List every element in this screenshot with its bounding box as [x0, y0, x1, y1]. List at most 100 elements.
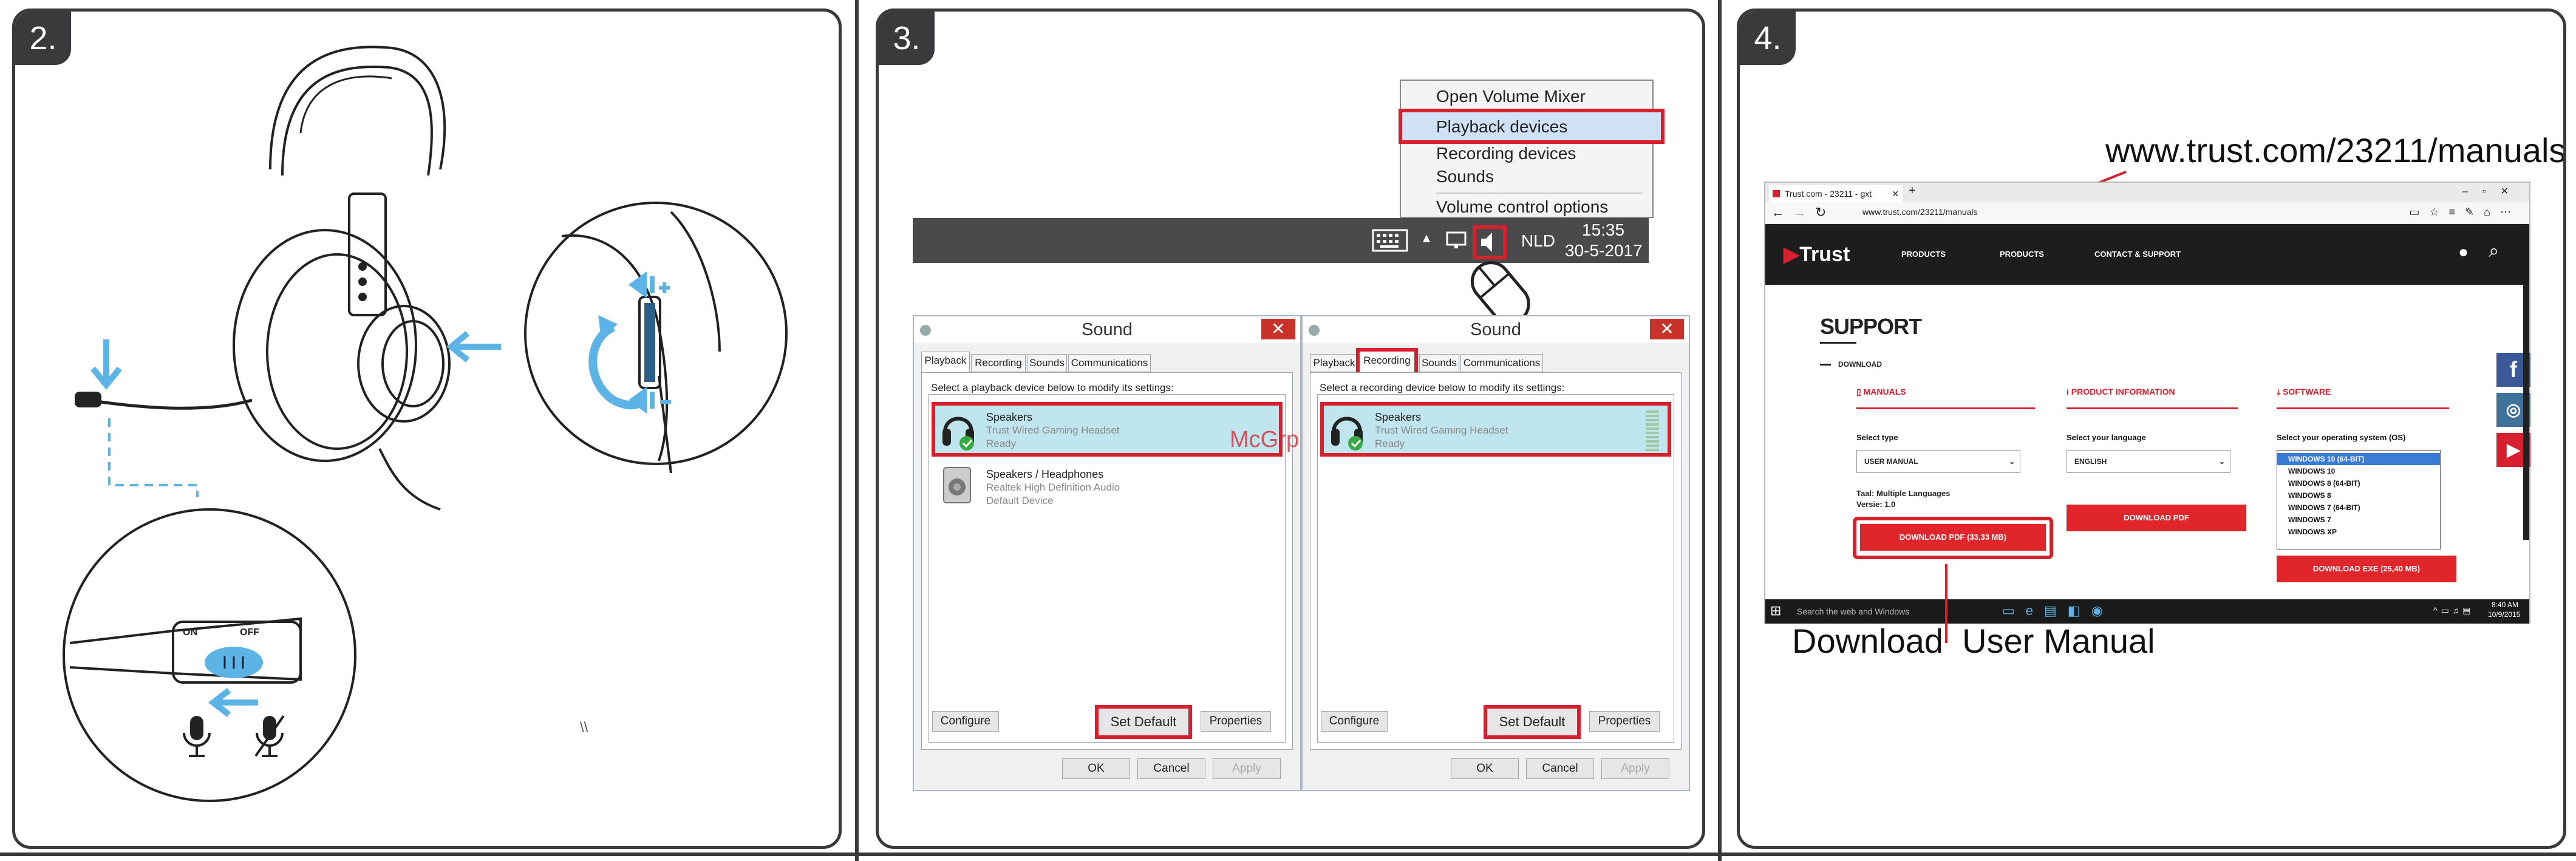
menu-playback-devices[interactable]: Playback devices — [1436, 117, 1567, 137]
properties-button[interactable]: Properties — [1589, 711, 1660, 732]
os-option[interactable]: WINDOWS 10 — [2277, 465, 2440, 477]
trust-logo[interactable]: ▶Trust — [1784, 242, 1850, 267]
set-default-button[interactable]: Set Default — [1095, 705, 1192, 739]
taskbar-apps[interactable]: ▭e▤◧◉ — [2002, 603, 2114, 619]
tab-communications[interactable]: Communications — [1068, 354, 1151, 372]
product-info-header[interactable]: i PRODUCT INFORMATION — [2067, 387, 2175, 396]
properties-button[interactable]: Properties — [1201, 711, 1271, 732]
apply-button[interactable]: Apply — [1601, 758, 1669, 779]
nav-contact-support[interactable]: CONTACT & SUPPORT — [2094, 250, 2181, 259]
support-title: SUPPORT — [1820, 314, 1922, 339]
chevron-down-icon: ⌄ — [2008, 457, 2015, 466]
device-status: Ready — [1375, 438, 1405, 449]
os-option[interactable]: WINDOWS 7 — [2277, 514, 2440, 526]
ok-button[interactable]: OK — [1451, 758, 1519, 779]
configure-button[interactable]: Configure — [1321, 711, 1388, 732]
language-info: Taal: Multiple Languages — [1856, 489, 1951, 498]
user-icon[interactable]: ● — [2458, 242, 2469, 262]
tab-playback[interactable]: Playback — [1310, 354, 1358, 372]
page-scrollbar[interactable] — [2523, 285, 2529, 540]
address-bar[interactable]: www.trust.com/23211/manuals — [1862, 207, 1978, 217]
headset-illustration — [63, 46, 788, 802]
os-option[interactable]: WINDOWS 8 — [2277, 489, 2440, 502]
product-info-underline — [2067, 407, 2238, 409]
tab-sounds[interactable]: Sounds — [1027, 354, 1067, 372]
type-select[interactable]: USER MANUAL ⌄ — [1856, 450, 2020, 473]
refresh-icon[interactable]: ↻ — [1815, 205, 1826, 220]
manuals-header[interactable]: ▯ MANUALS — [1856, 387, 1906, 397]
download-pdf-button[interactable]: DOWNLOAD PDF — [2067, 505, 2246, 531]
step-number: 4. — [1740, 12, 1796, 65]
clock-date[interactable]: 10/9/2015 — [2488, 610, 2520, 619]
configure-button[interactable]: Configure — [932, 711, 999, 732]
menu-open-volume-mixer[interactable]: Open Volume Mixer — [1436, 87, 1586, 106]
panel-divider — [855, 0, 859, 861]
browser-toolbar: ← → ↻ www.trust.com/23211/manuals ▭☆≡✎⌂⋯ — [1765, 202, 2529, 224]
device-row[interactable]: Speakers / Headphones Realtek High Defin… — [935, 463, 1279, 511]
close-button[interactable]: ✕ — [1261, 319, 1295, 339]
select-os-label: Select your operating system (OS) — [2277, 433, 2406, 442]
sound-app-icon — [920, 325, 931, 336]
os-option[interactable]: WINDOWS XP — [2277, 526, 2440, 538]
window-controls[interactable]: –▫✕ — [2462, 185, 2523, 197]
callout-url: www.trust.com/23211/manuals — [2105, 131, 2566, 169]
cancel-button[interactable]: Cancel — [1137, 758, 1205, 779]
sound-dialog-recording: Sound ✕ Playback Recording Sounds Commun… — [1301, 315, 1690, 791]
set-default-button[interactable]: Set Default — [1484, 705, 1581, 739]
download-dash — [1820, 364, 1831, 366]
menu-volume-control-options[interactable]: Volume control options — [1436, 197, 1608, 217]
tab-playback[interactable]: Playback — [921, 352, 970, 372]
windows-taskbar: ⊞ Search the web and Windows ▭e▤◧◉ ^▭♫▤ … — [1765, 599, 2529, 624]
menu-sounds[interactable]: Sounds — [1436, 167, 1494, 186]
browser-tab[interactable]: Trust.com - 23211 - gxt ✕ — [1769, 185, 1903, 202]
start-icon[interactable]: ⊞ — [1770, 603, 1781, 619]
menu-playback-devices-highlight[interactable]: Playback devices — [1399, 109, 1665, 144]
site-navbar: ▶Trust PRODUCTS PRODUCTS CONTACT & SUPPO… — [1765, 224, 2529, 285]
taskbar-time[interactable]: 15:35 — [1582, 220, 1624, 240]
device-row-selected[interactable]: Speakers Trust Wired Gaming Headset Read… — [1320, 402, 1671, 457]
tray-icons[interactable]: ^▭♫▤ — [2433, 605, 2475, 616]
nav-forward-icon[interactable]: → — [1793, 205, 1807, 220]
taskbar-date[interactable]: 30-5-2017 — [1565, 241, 1643, 260]
network-icon[interactable] — [1446, 231, 1468, 250]
download-exe-button[interactable]: DOWNLOAD EXE (25,40 MB) — [2277, 556, 2456, 582]
speaker-device-icon — [943, 467, 971, 503]
os-option-selected[interactable]: WINDOWS 10 (64-BIT) — [2277, 453, 2440, 465]
nav-products[interactable]: PRODUCTS — [1901, 250, 1946, 259]
tab-sounds[interactable]: Sounds — [1419, 354, 1459, 372]
tab-communications[interactable]: Communications — [1460, 354, 1543, 372]
search-icon[interactable]: ⌕ — [2489, 241, 2499, 262]
cancel-button[interactable]: Cancel — [1526, 758, 1594, 779]
toolbar-icons[interactable]: ▭☆≡✎⌂⋯ — [2409, 206, 2521, 219]
nav-products-2[interactable]: PRODUCTS — [2000, 250, 2044, 259]
software-header[interactable]: ⤓ SOFTWARE — [2277, 387, 2331, 397]
tab-recording[interactable]: Recording — [971, 354, 1026, 372]
apply-button[interactable]: Apply — [1213, 758, 1281, 779]
chevron-up-icon[interactable]: ▴ — [1423, 229, 1430, 247]
device-name: Speakers — [1375, 411, 1422, 423]
close-button[interactable]: ✕ — [1650, 319, 1684, 339]
new-tab-icon[interactable]: + — [1909, 184, 1916, 198]
taskbar-lang[interactable]: NLD — [1521, 231, 1555, 251]
sound-app-icon — [1309, 325, 1320, 336]
device-status: Default Device — [986, 495, 1054, 506]
side-mark: \\ — [580, 720, 588, 736]
clock-time[interactable]: 8:40 AM — [2492, 601, 2518, 609]
os-option[interactable]: WINDOWS 8 (64-BIT) — [2277, 477, 2440, 489]
nav-back-icon[interactable]: ← — [1771, 205, 1785, 220]
download-label: DOWNLOAD — [1838, 360, 1882, 369]
language-select[interactable]: ENGLISH ⌄ — [2067, 450, 2230, 473]
instruction-text: Select a recording device below to modif… — [1320, 382, 1565, 393]
tab-title: Trust.com - 23211 - gxt — [1785, 189, 1872, 199]
menu-recording-devices[interactable]: Recording devices — [1436, 144, 1576, 163]
step-2-panel: 2. ON OFF \\ — [12, 9, 842, 849]
step-number: 3. — [879, 12, 935, 65]
dialog-title: Sound — [1303, 316, 1689, 343]
os-option[interactable]: WINDOWS 7 (64-BIT) — [2277, 502, 2440, 514]
device-desc: Realtek High Definition Audio — [986, 482, 1120, 493]
os-listbox[interactable]: WINDOWS 10 (64-BIT) WINDOWS 10 WINDOWS 8… — [2277, 450, 2441, 550]
download-pdf-size-button[interactable]: DOWNLOAD PDF (33,33 MB) — [1860, 524, 2046, 551]
tab-close-icon[interactable]: ✕ — [1892, 185, 1899, 202]
taskbar-search[interactable]: Search the web and Windows — [1797, 607, 1991, 616]
ok-button[interactable]: OK — [1062, 758, 1130, 779]
